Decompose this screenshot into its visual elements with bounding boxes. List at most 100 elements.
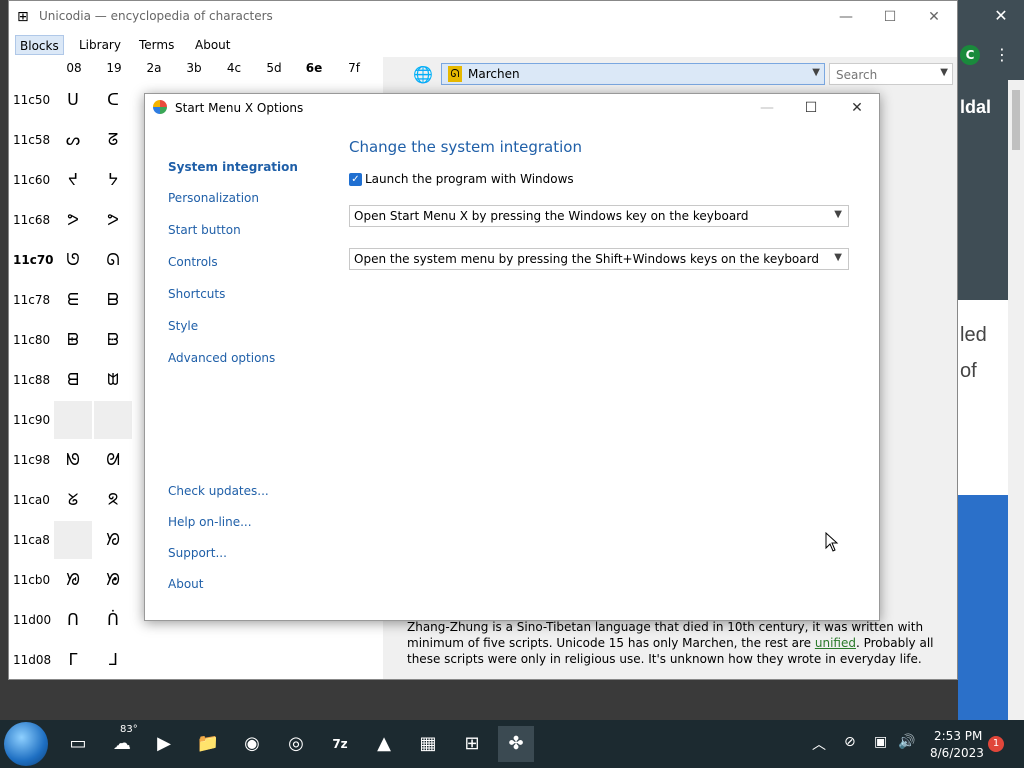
mouse-cursor-icon — [825, 532, 839, 552]
row-header: 11c78 — [13, 293, 51, 307]
launch-with-windows-checkbox[interactable]: ✓ — [349, 173, 362, 186]
start-button[interactable] — [4, 722, 48, 766]
nav-start-button[interactable]: Start button — [168, 223, 241, 237]
char-cell[interactable]: ᔭ — [94, 161, 132, 199]
notification-badge[interactable]: 1 — [988, 736, 1004, 752]
background-scrollbar[interactable] — [1008, 80, 1024, 720]
unified-link[interactable]: unified — [815, 636, 856, 650]
avatar[interactable]: C — [960, 45, 980, 65]
row-header: 11ca0 — [13, 493, 50, 507]
menu-blocks[interactable]: Blocks — [15, 35, 64, 55]
7zip-icon[interactable]: 7z — [322, 726, 358, 762]
row-header: 11c88 — [13, 373, 51, 387]
char-cell[interactable]: ᒥ — [54, 641, 92, 679]
task-view-icon[interactable]: ▭ — [60, 726, 96, 762]
char-cell[interactable]: ᘝ — [94, 481, 132, 519]
unicodia-taskbar-icon[interactable]: ⊞ — [454, 726, 490, 762]
minimize-icon[interactable]: — — [831, 7, 861, 27]
nav-shortcuts[interactable]: Shortcuts — [168, 287, 225, 301]
char-cell[interactable]: ᘠ — [94, 561, 132, 599]
search-box[interactable]: ▼ — [829, 63, 953, 85]
char-cell[interactable]: ᘚ — [54, 441, 92, 479]
start-menu-x-icon — [153, 100, 167, 114]
char-cell[interactable] — [94, 401, 132, 439]
volume-icon[interactable]: 🔊 — [898, 734, 915, 750]
nav-controls[interactable]: Controls — [168, 255, 218, 269]
menu-about[interactable]: About — [191, 35, 234, 55]
char-cell[interactable]: ᘛ — [94, 441, 132, 479]
char-cell[interactable]: ᑕ — [94, 81, 132, 119]
char-cell[interactable]: ᕗ — [54, 201, 92, 239]
char-cell[interactable]: ᗷ — [94, 281, 132, 319]
menu-bar: Blocks Library Terms About — [9, 35, 957, 55]
chevron-up-icon[interactable]: ︿ — [812, 734, 826, 754]
script-description: Zhang-Zhung is a Sino-Tibetan language t… — [407, 619, 937, 667]
script-select[interactable]: ᘏ Marchen ▼ — [441, 63, 825, 85]
about-link[interactable]: About — [168, 577, 203, 591]
char-cell[interactable]: ᑎ — [54, 601, 92, 639]
clock-date[interactable]: 8/6/2023 — [930, 746, 984, 760]
row-header: 11c70 — [13, 253, 54, 267]
nav-advanced-options[interactable]: Advanced options — [168, 351, 275, 365]
start-menu-x-taskbar-icon[interactable]: ✤ — [498, 726, 534, 762]
char-cell[interactable]: ᑌ — [54, 81, 92, 119]
more-options-icon[interactable]: ⋮ — [994, 44, 1010, 66]
chevron-down-icon[interactable]: ▼ — [940, 67, 948, 78]
char-cell[interactable] — [54, 401, 92, 439]
windows-key-select[interactable]: Open Start Menu X by pressing the Window… — [349, 205, 849, 227]
char-cell[interactable]: ᑏ — [94, 601, 132, 639]
char-cell[interactable]: ᗴ — [54, 281, 92, 319]
shift-windows-key-select-value: Open the system menu by pressing the Shi… — [354, 252, 819, 266]
nav-system-integration[interactable]: System integration — [168, 160, 298, 174]
close-icon[interactable]: ✕ — [839, 98, 875, 118]
help-online-link[interactable]: Help on-line... — [168, 515, 252, 529]
char-cell[interactable]: ᗻ — [94, 361, 132, 399]
chrome-icon[interactable]: ◎ — [278, 726, 314, 762]
inkscape-icon[interactable]: ▲ — [366, 726, 402, 762]
maximize-icon[interactable]: ☐ — [793, 98, 829, 118]
row-header: 11c50 — [13, 93, 51, 107]
chevron-down-icon: ▼ — [812, 67, 820, 78]
dialog-title: Start Menu X Options — [175, 101, 304, 115]
close-icon[interactable]: ✕ — [919, 7, 949, 27]
char-cell[interactable]: ᗸ — [54, 321, 92, 359]
network-off-icon[interactable]: ⊘ — [844, 734, 856, 750]
char-cell[interactable]: ᘏ — [94, 241, 132, 279]
winrar-icon[interactable]: ▦ — [410, 726, 446, 762]
background-close-icon[interactable]: ✕ — [990, 6, 1012, 26]
char-cell[interactable]: ᘔ — [94, 121, 132, 159]
char-cell[interactable]: ᘟ — [54, 561, 92, 599]
row-header: 11c98 — [13, 453, 51, 467]
maximize-icon[interactable]: ☐ — [875, 7, 905, 27]
char-cell[interactable]: ᕗ — [94, 201, 132, 239]
char-cell[interactable]: ᗺ — [54, 361, 92, 399]
row-header: 11ca8 — [13, 533, 50, 547]
minimize-icon[interactable]: — — [749, 98, 785, 118]
check-updates-link[interactable]: Check updates... — [168, 484, 269, 498]
launch-with-windows-label[interactable]: Launch the program with Windows — [365, 172, 574, 186]
shift-windows-key-select[interactable]: Open the system menu by pressing the Shi… — [349, 248, 849, 270]
char-cell[interactable]: ᔪ — [54, 161, 92, 199]
meet-icon[interactable]: ▶ — [146, 726, 182, 762]
file-explorer-icon[interactable]: 📁 — [190, 726, 226, 762]
nav-style[interactable]: Style — [168, 319, 198, 333]
column-header: 4c — [226, 61, 242, 75]
globe-icon[interactable]: 🌐 — [413, 65, 433, 85]
row-header: 11c58 — [13, 133, 51, 147]
char-cell[interactable]: ᘜ — [54, 481, 92, 519]
char-cell[interactable]: ᗹ — [94, 321, 132, 359]
menu-library[interactable]: Library — [75, 35, 125, 55]
firefox-icon[interactable]: ◉ — [234, 726, 270, 762]
clock-time[interactable]: 2:53 PM — [934, 729, 982, 743]
search-input[interactable] — [834, 66, 938, 84]
nav-personalization[interactable]: Personalization — [168, 191, 259, 205]
display-icon[interactable]: ▣ — [874, 734, 887, 750]
char-cell[interactable]: ᘞ — [94, 521, 132, 559]
char-cell[interactable]: ᒧ — [94, 641, 132, 679]
support-link[interactable]: Support... — [168, 546, 227, 560]
menu-terms[interactable]: Terms — [135, 35, 178, 55]
char-cell[interactable]: ᘎ — [54, 241, 92, 279]
scroll-thumb[interactable] — [1012, 90, 1020, 150]
char-cell[interactable]: ᔕ — [54, 121, 92, 159]
char-cell[interactable] — [54, 521, 92, 559]
